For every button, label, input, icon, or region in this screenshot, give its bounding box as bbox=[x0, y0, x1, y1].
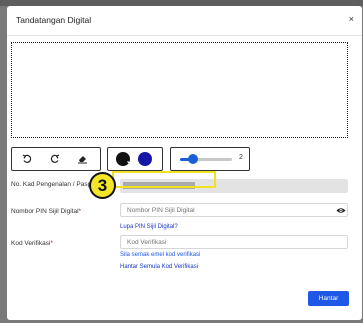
pin-label-text: Nombor PIN Sijil Digital bbox=[11, 208, 79, 215]
close-icon[interactable]: × bbox=[349, 14, 354, 24]
forgot-pin-link[interactable]: Lupa PIN Sijil Digital? bbox=[120, 224, 178, 230]
check-email-note: Sila semak emel kod verifikasi bbox=[120, 252, 201, 258]
code-label: Kod Verifikasi* bbox=[11, 240, 53, 248]
color-blue-swatch[interactable] bbox=[138, 152, 152, 166]
check-icon bbox=[127, 159, 135, 164]
required-marker: * bbox=[78, 208, 82, 215]
color-black-swatch[interactable] bbox=[116, 152, 135, 166]
pen-size-value: 2 bbox=[239, 154, 243, 161]
color-picker-group bbox=[107, 147, 163, 171]
modal-title: Tandatangan Digital bbox=[16, 15, 92, 25]
eye-icon[interactable] bbox=[336, 207, 346, 214]
step-badge: 3 bbox=[89, 172, 116, 199]
highlight-box bbox=[112, 171, 216, 188]
pin-label: Nombor PIN Sijil Digital* bbox=[11, 208, 81, 216]
pen-size-group: 2 bbox=[170, 147, 250, 171]
redo-icon[interactable] bbox=[48, 152, 62, 166]
resend-code-link[interactable]: Hantar Semula Kod Verifikasi bbox=[120, 264, 198, 270]
verification-code-input[interactable] bbox=[120, 235, 348, 249]
submit-button[interactable]: Hantar bbox=[308, 291, 349, 306]
required-marker: * bbox=[50, 240, 53, 247]
pin-input[interactable] bbox=[120, 203, 348, 217]
code-label-text: Kod Verifikasi bbox=[11, 240, 51, 247]
eraser-icon[interactable] bbox=[75, 152, 89, 166]
id-label-text: No. Kad Pengenalan / Pasport bbox=[11, 181, 99, 188]
edit-tools-group bbox=[11, 147, 101, 171]
modal-header: Tandatangan Digital × bbox=[7, 6, 362, 36]
undo-icon[interactable] bbox=[20, 152, 34, 166]
signature-canvas[interactable] bbox=[11, 42, 348, 138]
id-label: No. Kad Pengenalan / Pasport* bbox=[11, 181, 101, 189]
slider-thumb[interactable] bbox=[188, 154, 198, 164]
